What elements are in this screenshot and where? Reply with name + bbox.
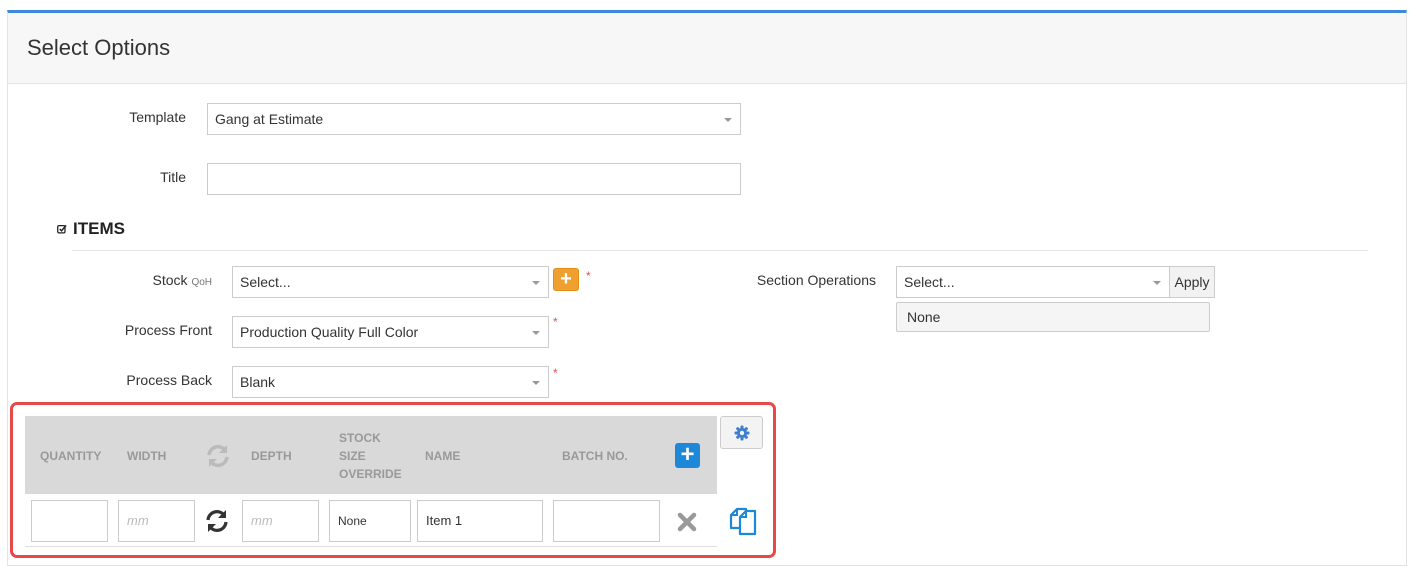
stock-label-text: Stock — [152, 272, 188, 288]
template-select[interactable]: Gang at Estimate — [207, 103, 741, 135]
process-back-select[interactable]: Blank — [232, 366, 549, 398]
header-stock-size-override-line2: SIZE — [339, 449, 366, 463]
chevron-down-icon — [532, 381, 540, 385]
required-mark: * — [586, 269, 591, 283]
chevron-down-icon — [532, 331, 540, 335]
delete-row-icon[interactable] — [677, 512, 697, 532]
header-name: NAME — [425, 449, 461, 463]
section-divider — [72, 250, 1368, 251]
stock-label: Stock QoH — [120, 272, 212, 288]
stock-qoh-label: QoH — [191, 277, 212, 288]
table-row-divider — [25, 546, 717, 547]
width-input[interactable]: mm — [118, 500, 195, 542]
dropdown-option-none[interactable]: None — [896, 302, 1210, 332]
header-stock-size-override: STOCK SIZE OVERRIDE — [339, 429, 402, 483]
process-back-value: Blank — [240, 374, 276, 390]
table-settings-button[interactable] — [720, 416, 763, 449]
stock-select[interactable]: Select... — [232, 266, 549, 298]
chevron-down-icon — [1153, 281, 1161, 285]
items-title-text: ITEMS — [73, 219, 125, 238]
section-operations-label: Section Operations — [756, 272, 876, 288]
header-quantity: QUANTITY — [40, 449, 102, 463]
header-width: WIDTH — [127, 449, 167, 463]
template-value: Gang at Estimate — [215, 111, 324, 127]
header-stock-size-override-line1: STOCK — [339, 431, 381, 445]
quantity-input[interactable] — [31, 500, 108, 542]
chevron-down-icon — [532, 281, 540, 285]
page-title: Select Options — [27, 35, 171, 60]
process-back-label: Process Back — [126, 372, 212, 388]
required-mark: * — [553, 315, 558, 329]
required-mark: * — [553, 366, 558, 380]
items-section-title: ITEMS — [57, 219, 125, 239]
add-row-button[interactable]: + — [675, 443, 700, 468]
stock-size-override-select[interactable]: None — [329, 500, 411, 542]
swap-dimensions-icon[interactable] — [204, 508, 230, 534]
gear-icon — [734, 425, 750, 441]
section-operations-value: Select... — [904, 274, 955, 290]
header-stock-size-override-line3: OVERRIDE — [339, 467, 402, 481]
stock-value: Select... — [240, 274, 291, 290]
header-batch-no: BATCH NO. — [562, 449, 628, 463]
chevron-down-icon — [724, 118, 732, 122]
section-operations-select[interactable]: Select... — [896, 266, 1170, 298]
process-front-label: Process Front — [124, 322, 212, 338]
title-label: Title — [160, 169, 186, 185]
panel-header: Select Options — [8, 13, 1406, 84]
template-label: Template — [129, 109, 186, 125]
add-stock-button[interactable]: + — [553, 268, 579, 291]
swap-dimensions-icon[interactable] — [205, 443, 231, 469]
batch-no-input[interactable] — [553, 500, 660, 542]
copy-row-icon[interactable] — [728, 506, 758, 536]
item-name-input[interactable]: Item 1 — [417, 500, 543, 542]
header-depth: DEPTH — [251, 449, 292, 463]
title-input[interactable] — [207, 163, 741, 195]
process-front-value: Production Quality Full Color — [240, 324, 419, 340]
process-front-select[interactable]: Production Quality Full Color — [232, 316, 549, 348]
edit-check-icon — [57, 224, 67, 234]
depth-input[interactable]: mm — [242, 500, 319, 542]
apply-button[interactable]: Apply — [1169, 266, 1215, 298]
